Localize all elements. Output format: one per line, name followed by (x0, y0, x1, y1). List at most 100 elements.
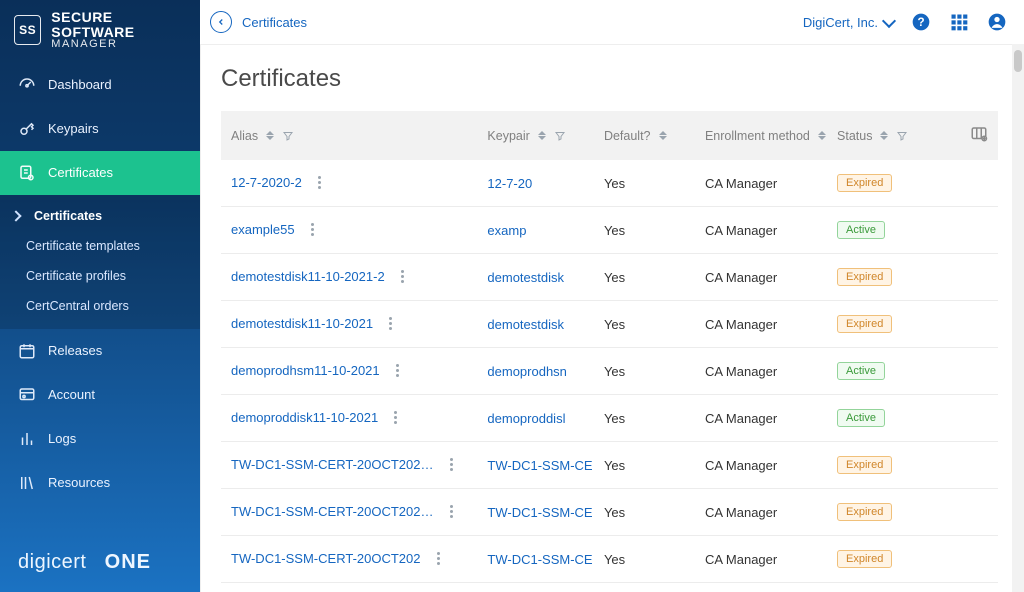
page-title: Certificates (221, 65, 998, 93)
sort-icon[interactable] (659, 131, 667, 140)
footer-brand-a: digicert (18, 551, 86, 573)
sort-icon[interactable] (818, 131, 826, 140)
enrollment-method: CA Manager (695, 207, 827, 254)
org-name: DigiCert, Inc. (803, 15, 878, 30)
default-value: Yes (594, 160, 695, 207)
default-value: Yes (594, 536, 695, 583)
apps-grid-icon[interactable] (948, 11, 970, 33)
default-value: Yes (594, 395, 695, 442)
column-settings-icon[interactable] (970, 132, 988, 146)
sidebar-item-certificates[interactable]: Certificates (0, 151, 200, 195)
sidebar-item-releases[interactable]: Releases (0, 329, 200, 373)
sidebar-item-account[interactable]: Account (0, 373, 200, 417)
keypair-link[interactable]: demoprodhsn (487, 364, 567, 379)
row-actions-menu[interactable] (448, 503, 455, 520)
col-header-default[interactable]: Default? (594, 111, 695, 160)
help-icon[interactable]: ? (910, 11, 932, 33)
svg-text:?: ? (917, 16, 924, 29)
sort-icon[interactable] (266, 131, 274, 140)
filter-icon[interactable] (896, 130, 908, 142)
sidebar-item-label: Releases (48, 343, 102, 358)
table-row: TW-DC1-SSM-CERT-20OCT202…TW-DC1-SSM-CEYe… (221, 442, 998, 489)
sidebar-sub-label: CertCentral orders (26, 299, 129, 313)
sort-icon[interactable] (538, 131, 546, 140)
keypair-link[interactable]: TW-DC1-SSM-CE (487, 458, 592, 473)
breadcrumb[interactable]: Certificates (242, 15, 307, 30)
account-icon (18, 386, 36, 404)
row-spacer (920, 348, 998, 395)
table-row: TW-DC1-SSM-CERT-20OCT202 TW-DC1-SSM-CEYes… (221, 536, 998, 583)
default-value: Yes (594, 489, 695, 536)
cert-alias-link[interactable]: demotestdisk11-10-2021-2 (231, 269, 385, 284)
col-header-label: Default? (604, 129, 651, 143)
sidebar-sub-certificate-templates[interactable]: Certificate templates (0, 231, 200, 261)
brand-badge: SS (14, 15, 41, 45)
col-header-alias[interactable]: Alias (221, 111, 477, 160)
keypair-link[interactable]: demotestdisk (487, 317, 564, 332)
row-spacer (920, 489, 998, 536)
sidebar-sub-label: Certificates (34, 209, 102, 223)
keypair-link[interactable]: demoproddisl (487, 411, 565, 426)
row-spacer (920, 160, 998, 207)
sidebar-item-dashboard[interactable]: Dashboard (0, 63, 200, 107)
brand-line2: MANAGER (51, 39, 186, 51)
keypair-link[interactable]: TW-DC1-SSM-CE (487, 505, 592, 520)
cert-alias-link[interactable]: 12-7-2020-2 (231, 175, 302, 190)
default-value: Yes (594, 207, 695, 254)
col-header-keypair[interactable]: Keypair (477, 111, 594, 160)
table-row: demotestdisk11-10-2021demotestdiskYesCA … (221, 301, 998, 348)
scrollbar-thumb[interactable] (1014, 50, 1022, 72)
cert-alias-link[interactable]: TW-DC1-SSM-CERT-20OCT202 (231, 551, 421, 566)
keypair-link[interactable]: demotestdisk (487, 270, 564, 285)
row-actions-menu[interactable] (309, 221, 316, 238)
filter-icon[interactable] (554, 130, 566, 142)
main-column: Certificates DigiCert, Inc. ? Certificat… (200, 0, 1024, 592)
sidebar-item-label: Keypairs (48, 121, 99, 136)
col-header-status[interactable]: Status (827, 111, 920, 160)
keypair-link[interactable]: 12-7-20 (487, 176, 532, 191)
cert-alias-link[interactable]: example55 (231, 222, 295, 237)
enrollment-method: CA Manager (695, 301, 827, 348)
col-header-label: Keypair (487, 129, 529, 143)
cert-alias-link[interactable]: TW-DC1-SSM-CERT-20OCT202… (231, 504, 434, 519)
row-spacer (920, 536, 998, 583)
status-badge: Expired (837, 268, 892, 286)
cert-alias-link[interactable]: TW-DC1-SSM-CERT-20OCT202… (231, 457, 434, 472)
row-actions-menu[interactable] (392, 409, 399, 426)
keypair-link[interactable]: TW-DC1-SSM-CE (487, 552, 592, 567)
key-icon (18, 120, 36, 138)
col-header-enrollment[interactable]: Enrollment method (695, 111, 827, 160)
status-badge: Expired (837, 315, 892, 333)
table-row: TW-DC1-SSM-CERT-20OCT202… TW-DC1-SSM-CEYe… (221, 489, 998, 536)
sort-icon[interactable] (880, 131, 888, 140)
user-avatar-icon[interactable] (986, 11, 1008, 33)
brand: SS SECURE SOFTWARE MANAGER (0, 0, 200, 63)
sidebar-sub-certificates[interactable]: Certificates (0, 201, 200, 231)
row-actions-menu[interactable] (435, 550, 442, 567)
cert-alias-link[interactable]: demoprodhsm11-10-2021 (231, 363, 380, 378)
org-switcher[interactable]: DigiCert, Inc. (803, 15, 894, 30)
sidebar-item-logs[interactable]: Logs (0, 417, 200, 461)
cert-alias-link[interactable]: demotestdisk11-10-2021 (231, 316, 373, 331)
cert-alias-link[interactable]: demoproddisk11-10-2021 (231, 410, 378, 425)
sidebar-item-keypairs[interactable]: Keypairs (0, 107, 200, 151)
row-spacer (920, 254, 998, 301)
sidebar-sub-certificate-profiles[interactable]: Certificate profiles (0, 261, 200, 291)
row-actions-menu[interactable] (399, 268, 406, 285)
default-value: Yes (594, 254, 695, 301)
breadcrumb-back-button[interactable] (210, 11, 232, 33)
filter-icon[interactable] (282, 130, 294, 142)
row-actions-menu[interactable] (316, 174, 323, 191)
row-actions-menu[interactable] (394, 362, 401, 379)
status-badge: Active (837, 221, 885, 239)
scrollbar[interactable] (1012, 44, 1024, 592)
sidebar-item-resources[interactable]: Resources (0, 461, 200, 505)
keypair-link[interactable]: examp (487, 223, 526, 238)
table-row: example55 examp YesCA Manager Active (221, 207, 998, 254)
col-header-label: Alias (231, 129, 258, 143)
row-actions-menu[interactable] (387, 315, 394, 332)
sidebar-item-label: Logs (48, 431, 76, 446)
row-actions-menu[interactable] (448, 456, 455, 473)
bar-chart-icon (18, 430, 36, 448)
sidebar-sub-certcentral-orders[interactable]: CertCentral orders (0, 291, 200, 321)
